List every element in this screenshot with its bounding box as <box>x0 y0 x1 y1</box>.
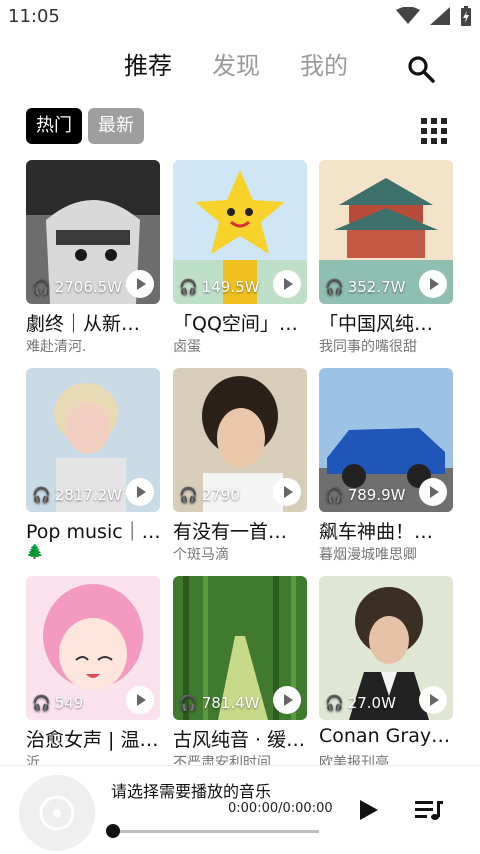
headphones-icon: 🎧 <box>32 486 51 504</box>
playlist-cover: 🎧 2790 <box>173 368 307 512</box>
headphones-icon: 🎧 <box>179 486 198 504</box>
play-count: 🎧 549 <box>32 694 84 712</box>
status-bar: 11:05 <box>0 0 480 34</box>
play-icon[interactable] <box>273 478 301 506</box>
playlist-cover: 🎧 2706.5W <box>26 160 160 304</box>
playlist-title: 「QQ空间」… <box>173 313 298 335</box>
signal-icon <box>430 7 450 25</box>
grid-view-icon[interactable] <box>421 118 447 144</box>
play-count: 🎧 149.5W <box>179 278 260 296</box>
headphones-icon: 🎧 <box>32 694 51 712</box>
play-count: 🎧 2706.5W <box>32 278 123 296</box>
battery-icon <box>461 6 471 26</box>
playlist-cover: 🎧 149.5W <box>173 160 307 304</box>
playlist-title: 有没有一首… <box>173 521 288 543</box>
play-icon[interactable] <box>273 270 301 298</box>
chip-hot[interactable]: 热门 <box>26 108 82 144</box>
search-icon[interactable] <box>405 53 437 85</box>
progress-knob[interactable] <box>106 824 120 838</box>
playlist-queue-icon[interactable] <box>415 798 443 822</box>
play-count: 🎧 27.0W <box>325 694 396 712</box>
play-count: 🎧 352.7W <box>325 278 406 296</box>
playlist-title: 「中国风纯… <box>319 313 434 335</box>
headphones-icon: 🎧 <box>325 694 344 712</box>
playlist-cover: 🎧 27.0W <box>319 576 453 720</box>
playlist-title: Conan Gray… <box>319 725 451 747</box>
headphones-icon: 🎧 <box>179 278 198 296</box>
now-playing-prompt: 请选择需要播放的音乐 <box>111 782 272 801</box>
status-time: 11:05 <box>8 6 60 27</box>
playlist-title: 劇终｜从新… <box>26 313 141 335</box>
play-count: 🎧 789.9W <box>325 486 406 504</box>
playlist-creator: 难赴清河. <box>26 339 87 355</box>
mini-player: 请选择需要播放的音乐 0:00:00/0:00:00 <box>0 765 480 854</box>
wifi-icon <box>396 7 420 24</box>
tab-mine[interactable]: 我的 <box>300 46 348 81</box>
headphones-icon: 🎧 <box>32 278 51 296</box>
playlist-creator: 我同事的嘴很甜 <box>319 339 417 355</box>
playlist-cover: 🎧 789.9W <box>319 368 453 512</box>
play-count: 🎧 781.4W <box>179 694 260 712</box>
play-icon[interactable] <box>126 686 154 714</box>
status-icons <box>396 6 472 26</box>
play-icon[interactable] <box>126 270 154 298</box>
tab-recommend[interactable]: 推荐 <box>124 46 172 81</box>
playlist-cover: 🎧 549 <box>26 576 160 720</box>
play-icon[interactable] <box>273 686 301 714</box>
tab-discover[interactable]: 发现 <box>212 46 260 81</box>
playlist-title: Pop music｜… <box>26 521 160 543</box>
play-button-icon[interactable] <box>356 798 380 822</box>
progress-track[interactable] <box>112 830 319 833</box>
play-count: 🎧 2790 <box>179 486 240 504</box>
playback-time: 0:00:00/0:00:00 <box>228 801 333 816</box>
playlist-cover: 🎧 2817.2W <box>26 368 160 512</box>
play-icon[interactable] <box>126 478 154 506</box>
headphones-icon: 🎧 <box>325 278 344 296</box>
disc-icon[interactable] <box>19 775 95 851</box>
filter-chips: 热门 最新 <box>26 108 144 144</box>
playlist-cover: 🎧 352.7W <box>319 160 453 304</box>
playlist-creator: 暮烟漫城唯思卿 <box>319 547 417 563</box>
play-icon[interactable] <box>419 478 447 506</box>
playlist-cover: 🎧 781.4W <box>173 576 307 720</box>
play-icon[interactable] <box>419 686 447 714</box>
headphones-icon: 🎧 <box>179 694 198 712</box>
playlist-creator: 个斑马滴 <box>173 547 229 563</box>
headphones-icon: 🎧 <box>325 486 344 504</box>
chip-latest[interactable]: 最新 <box>88 108 144 144</box>
playlist-title: 飙车神曲！… <box>319 521 434 543</box>
playlist-creator: 🌲 <box>26 544 44 560</box>
play-icon[interactable] <box>419 270 447 298</box>
play-count: 🎧 2817.2W <box>32 486 123 504</box>
playlist-title: 古风纯音 · 缓… <box>173 729 306 751</box>
playlist-creator: 卤蛋 <box>173 339 201 355</box>
playlist-title: 治愈女声 | 温… <box>26 729 159 751</box>
